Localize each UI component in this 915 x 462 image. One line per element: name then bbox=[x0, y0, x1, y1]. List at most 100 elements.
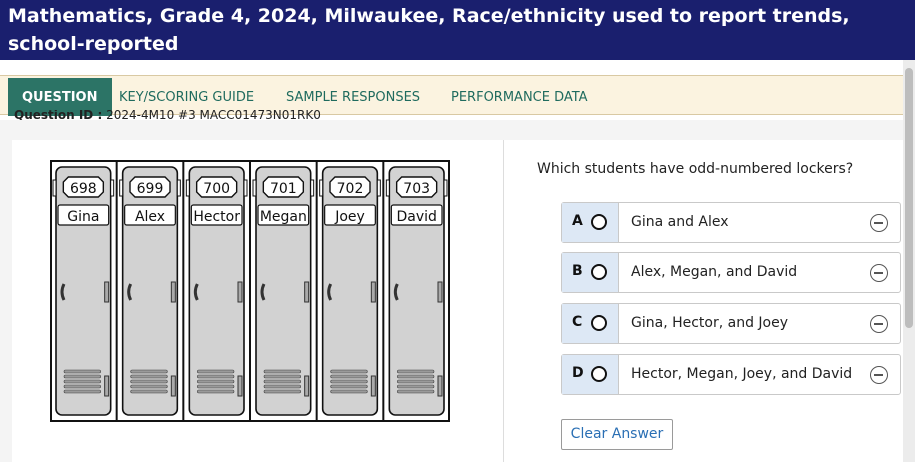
answer-option-a[interactable]: A Gina and Alex bbox=[561, 202, 901, 243]
locker-vent bbox=[330, 374, 368, 379]
locker-hinge bbox=[370, 281, 376, 303]
locker-hinge bbox=[319, 179, 324, 197]
option-letter: D bbox=[572, 365, 584, 381]
page-header: Mathematics, Grade 4, 2024, Milwaukee, R… bbox=[0, 0, 915, 60]
locker-hinge bbox=[104, 281, 110, 303]
locker-vent bbox=[330, 379, 368, 384]
locker-name: Megan bbox=[260, 209, 307, 225]
locker-hinge bbox=[237, 375, 243, 397]
locker-vent bbox=[397, 384, 435, 389]
radio-button-icon[interactable] bbox=[591, 315, 607, 331]
question-prompt: Which students have odd-numbered lockers… bbox=[537, 161, 854, 177]
locker-number: 699 bbox=[137, 181, 164, 197]
locker-hinge bbox=[176, 179, 181, 197]
header-separator bbox=[0, 60, 915, 75]
option-text: Alex, Megan, and David bbox=[631, 264, 798, 280]
locker-name: David bbox=[396, 209, 436, 225]
locker-vent bbox=[130, 384, 168, 389]
locker-hinge bbox=[237, 281, 243, 303]
locker-vent bbox=[130, 374, 168, 379]
locker-vent bbox=[63, 384, 101, 389]
locker-vent bbox=[63, 374, 101, 379]
locker-vent bbox=[397, 369, 435, 374]
locker-hinge bbox=[304, 375, 310, 397]
question-id-value: 2024-4M10 #3 MACC01473N01RK0 bbox=[106, 110, 321, 120]
locker-vent bbox=[197, 379, 235, 384]
locker-vent bbox=[397, 389, 435, 394]
option-letter: C bbox=[572, 314, 583, 330]
locker-hinge bbox=[110, 179, 115, 197]
locker-vent bbox=[63, 379, 101, 384]
locker-hinge bbox=[243, 179, 248, 197]
locker-number: 702 bbox=[337, 181, 364, 197]
locker-hinge bbox=[52, 179, 57, 197]
locker-hinge bbox=[185, 179, 190, 197]
locker-vent bbox=[330, 384, 368, 389]
tab-bar: QUESTION KEY/SCORING GUIDE SAMPLE RESPON… bbox=[0, 75, 915, 116]
locker-hinge bbox=[119, 179, 124, 197]
lockers-illustration: 698 Gina 699 Alex 700 Hector 701 Megan 702 Joey 70… bbox=[50, 160, 450, 422]
locker-vent bbox=[130, 369, 168, 374]
locker-name: Alex bbox=[135, 209, 165, 225]
option-text: Gina, Hector, and Joey bbox=[631, 315, 789, 331]
tab-performance-data[interactable]: PERFORMANCE DATA bbox=[451, 76, 588, 115]
locker-name: Gina bbox=[67, 209, 99, 225]
locker-vent bbox=[330, 389, 368, 394]
locker-vent bbox=[63, 369, 101, 374]
locker-number: 703 bbox=[403, 181, 430, 197]
locker-hinge bbox=[443, 179, 448, 197]
answer-option-d[interactable]: D Hector, Megan, Joey, and David bbox=[561, 354, 901, 395]
locker-hinge bbox=[170, 281, 176, 303]
question-id: Question ID : 2024-4M10 #3 MACC01473N01R… bbox=[14, 110, 321, 120]
option-letter-area: D bbox=[562, 355, 619, 394]
locker-hinge bbox=[437, 375, 443, 397]
locker-hinge bbox=[170, 375, 176, 397]
locker-vent bbox=[263, 374, 301, 379]
locker-vent bbox=[197, 374, 235, 379]
locker-number: 698 bbox=[70, 181, 97, 197]
minus-circle-icon[interactable] bbox=[870, 214, 888, 232]
option-text: Gina and Alex bbox=[631, 214, 729, 230]
answer-option-c[interactable]: C Gina, Hector, and Joey bbox=[561, 303, 901, 344]
locker-vent bbox=[263, 384, 301, 389]
locker-hinge bbox=[376, 179, 381, 197]
locker-vent bbox=[63, 389, 101, 394]
locker-vent bbox=[130, 379, 168, 384]
locker-hinge bbox=[104, 375, 110, 397]
locker-vent bbox=[263, 379, 301, 384]
locker-vent bbox=[263, 389, 301, 394]
radio-button-icon[interactable] bbox=[591, 214, 607, 230]
locker-number: 700 bbox=[203, 181, 230, 197]
locker-hinge bbox=[252, 179, 257, 197]
locker-vent bbox=[397, 374, 435, 379]
locker-hinge bbox=[310, 179, 315, 197]
minus-circle-icon[interactable] bbox=[870, 264, 888, 282]
locker-vent bbox=[130, 389, 168, 394]
scrollbar-thumb[interactable] bbox=[905, 68, 913, 328]
option-letter-area: B bbox=[562, 253, 619, 292]
locker-vent bbox=[397, 379, 435, 384]
answer-option-b[interactable]: B Alex, Megan, and David bbox=[561, 252, 901, 293]
option-letter-area: A bbox=[562, 203, 619, 242]
option-text: Hector, Megan, Joey, and David bbox=[631, 366, 853, 382]
clear-answer-button[interactable]: Clear Answer bbox=[561, 419, 673, 450]
locker-vent bbox=[197, 384, 235, 389]
locker-hinge bbox=[370, 375, 376, 397]
locker-hinge bbox=[385, 179, 390, 197]
radio-button-icon[interactable] bbox=[591, 264, 607, 280]
locker-hinge bbox=[304, 281, 310, 303]
option-letter: A bbox=[572, 213, 583, 229]
question-id-label: Question ID : bbox=[14, 110, 103, 120]
panel-divider bbox=[503, 140, 504, 462]
minus-circle-icon[interactable] bbox=[870, 315, 888, 333]
locker-vent bbox=[330, 369, 368, 374]
page-title: Mathematics, Grade 4, 2024, Milwaukee, R… bbox=[8, 5, 850, 55]
locker-vent bbox=[263, 369, 301, 374]
radio-button-icon[interactable] bbox=[591, 366, 607, 382]
locker-name: Joey bbox=[334, 209, 365, 225]
locker-hinge bbox=[437, 281, 443, 303]
option-letter: B bbox=[572, 263, 583, 279]
minus-circle-icon[interactable] bbox=[870, 366, 888, 384]
locker-name: Hector bbox=[193, 209, 240, 225]
option-letter-area: C bbox=[562, 304, 619, 343]
